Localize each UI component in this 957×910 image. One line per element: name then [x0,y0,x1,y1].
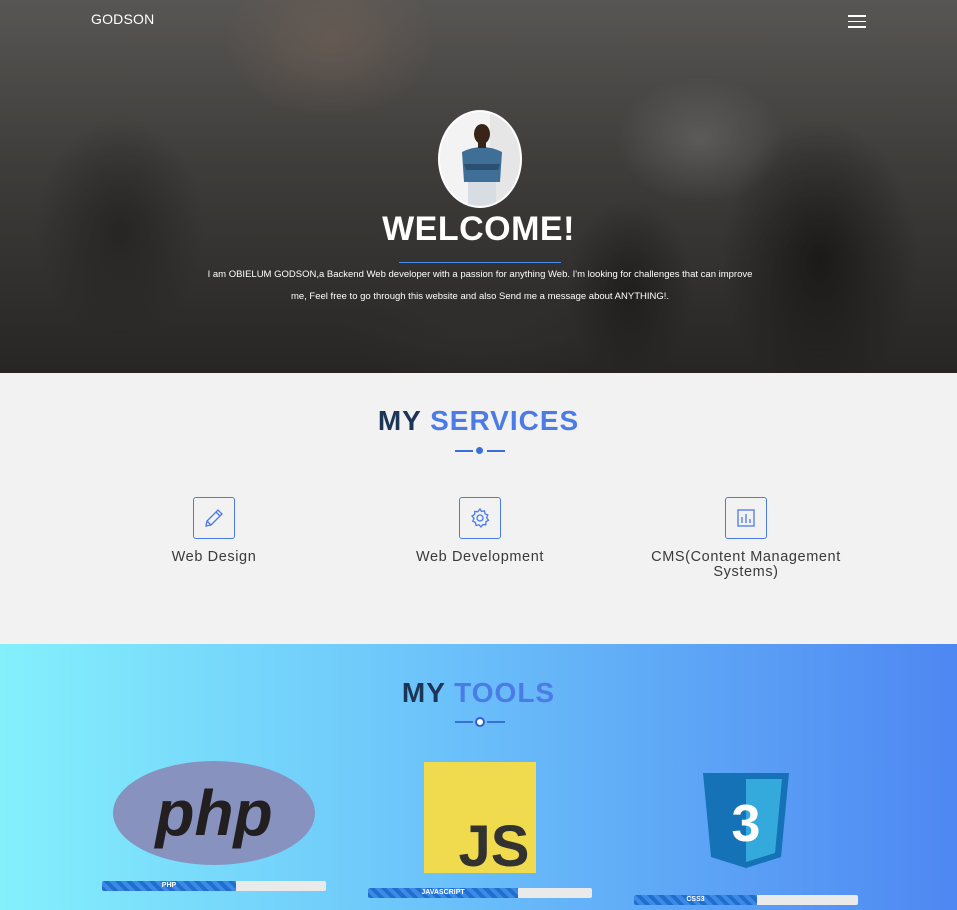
brand-logo[interactable]: GODSON [91,11,154,27]
hero-intro-line-1: I am OBIELUM GODSON,a Backend Web develo… [207,269,753,280]
pencil-icon[interactable] [193,497,235,539]
service-cms-line-2: Systems) [713,564,779,580]
tools-title: MY TOOLS [0,677,957,709]
service-web-development[interactable]: Web Development [390,550,570,565]
php-logo-text: php [153,777,272,849]
php-logo: php [113,761,315,871]
service-cms[interactable]: CMS(Content Management Systems) [636,550,856,580]
javascript-skill-bar: JAVASCRIPT [368,888,592,898]
hero-title-underline [399,262,561,263]
services-title: MY SERVICES [0,405,957,437]
services-section: MY SERVICES Web Design Web Development C… [0,373,957,644]
service-web-design[interactable]: Web Design [134,550,294,565]
hero-title: WELCOME! [382,210,575,248]
hero-intro-line-2: me, Feel free to go through this website… [290,291,670,302]
css3-skill-label: CSS3 [686,896,705,903]
css3-logo-text: 3 [732,795,761,853]
hero-section: GODSON WELCOME! I am OBIELUM GODSON,a Ba… [0,0,957,373]
css3-logo: 3 [703,773,789,873]
tools-title-part1: MY [401,677,446,708]
php-skill-bar: PHP [102,881,326,891]
css3-skill-bar: CSS3 [634,895,858,905]
profile-avatar [438,110,522,208]
gear-icon[interactable] [459,497,501,539]
javascript-logo: JS [424,762,536,879]
hero-intro-text: I am OBIELUM GODSON,a Backend Web develo… [160,264,800,308]
js-logo-text: JS [459,814,530,873]
services-title-part1: MY [377,405,422,436]
tools-section: MY TOOLS php PHP JS JAVASCRIPT 3 CSS3 [0,644,957,910]
hamburger-menu-icon[interactable] [848,15,866,29]
bar-chart-icon[interactable] [725,497,767,539]
javascript-skill-label: JAVASCRIPT [421,889,465,896]
services-divider [455,447,505,455]
services-title-part2: SERVICES [430,405,580,436]
service-cms-line-1: CMS(Content Management [651,549,841,565]
tools-divider [455,717,505,727]
tools-title-part2: TOOLS [454,677,556,708]
php-skill-label: PHP [161,882,177,889]
